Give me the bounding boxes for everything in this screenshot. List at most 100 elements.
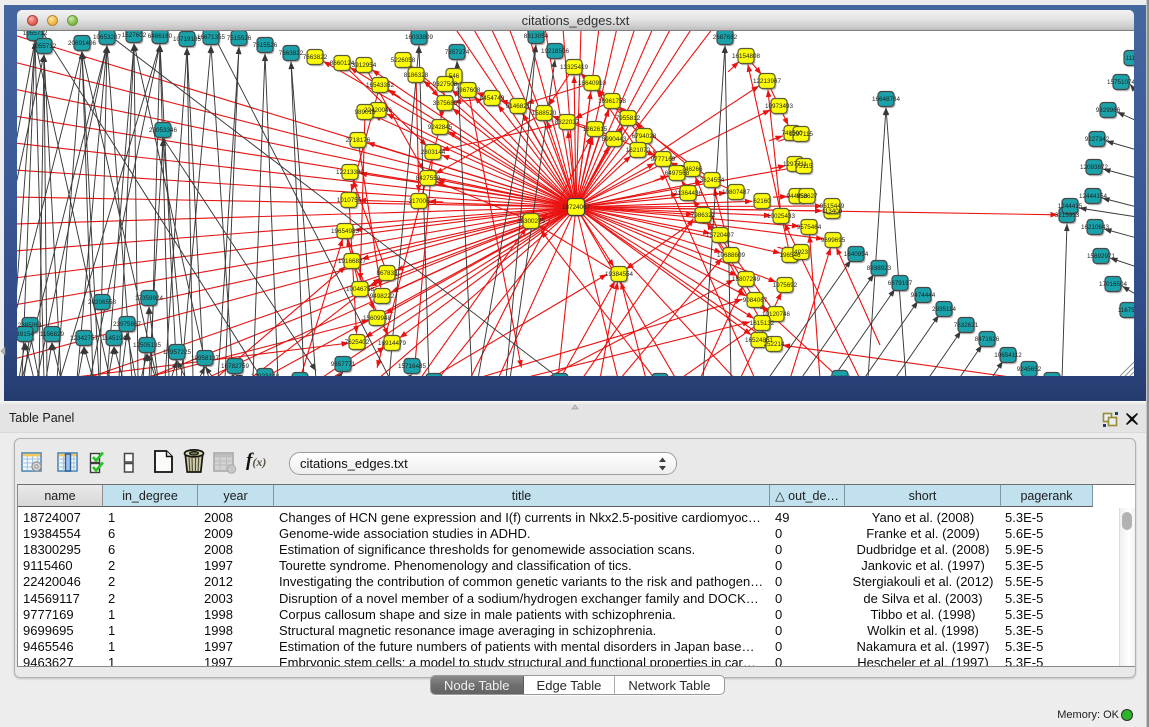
svg-text:8427552: 8427552 — [416, 175, 441, 182]
svg-text:16543362: 16543362 — [366, 82, 395, 89]
svg-text:989016: 989016 — [354, 109, 376, 116]
svg-text:19218506: 19218506 — [541, 48, 570, 55]
svg-text:19166827: 19166827 — [338, 258, 367, 265]
svg-text:9474444: 9474444 — [911, 292, 936, 299]
svg-text:9242845: 9242845 — [428, 124, 453, 131]
svg-text:10046758: 10046758 — [346, 286, 375, 293]
svg-text:1588520: 1588520 — [532, 110, 557, 117]
svg-text:12923448: 12923448 — [251, 373, 280, 376]
svg-text:8813054: 8813054 — [524, 33, 549, 40]
svg-text:9575464: 9575464 — [797, 224, 822, 231]
svg-text:23975867: 23975867 — [113, 321, 142, 328]
svg-text:9146821: 9146821 — [506, 103, 531, 110]
svg-text:12444154: 12444154 — [1079, 193, 1108, 200]
svg-text:867833: 867833 — [376, 270, 398, 277]
svg-text:8454749: 8454749 — [480, 95, 505, 102]
svg-text:2718176: 2718176 — [346, 137, 371, 144]
svg-text:16033809: 16033809 — [405, 34, 434, 41]
svg-text:6466160: 6466160 — [148, 33, 173, 40]
svg-text:16648784: 16648784 — [872, 96, 901, 103]
svg-text:7986322: 7986322 — [691, 212, 716, 219]
svg-text:6497568: 6497568 — [665, 170, 690, 177]
svg-text:8186328: 8186328 — [404, 72, 429, 79]
svg-text:8938923: 8938923 — [867, 265, 892, 272]
svg-text:7632621: 7632621 — [954, 322, 979, 329]
svg-text:3912954: 3912954 — [352, 62, 377, 69]
svg-text:15609948: 15609948 — [363, 315, 392, 322]
svg-text:62160: 62160 — [753, 198, 771, 205]
svg-text:75115: 75115 — [795, 163, 813, 170]
svg-text:16154808: 16154808 — [732, 53, 761, 60]
svg-text:2803144: 2803144 — [421, 149, 446, 156]
svg-text:10807487: 10807487 — [722, 189, 751, 196]
svg-text:16914479: 16914479 — [378, 340, 407, 347]
svg-text:6794028: 6794028 — [632, 133, 657, 140]
svg-text:17016504: 17016504 — [1099, 281, 1128, 288]
svg-text:1527602: 1527602 — [122, 32, 147, 39]
svg-text:12213967: 12213967 — [753, 78, 782, 85]
svg-text:15716485: 15716485 — [398, 363, 427, 370]
svg-text:12505135: 12505135 — [133, 342, 162, 349]
svg-text:18807249: 18807249 — [732, 276, 761, 283]
svg-text:17957225: 17957225 — [163, 349, 192, 356]
svg-text:1975692: 1975692 — [773, 282, 798, 289]
svg-text:10654112: 10654112 — [994, 352, 1022, 359]
svg-text:9084067: 9084067 — [743, 297, 768, 304]
svg-text:21364436: 21364436 — [674, 190, 703, 197]
svg-text:953627: 953627 — [796, 193, 818, 200]
svg-text:10973493: 10973493 — [765, 103, 794, 110]
svg-text:16782759: 16782759 — [221, 363, 250, 370]
svg-text:23053346: 23053346 — [149, 127, 178, 134]
svg-text:25300275: 25300275 — [517, 218, 546, 225]
svg-text:3875685: 3875685 — [433, 100, 458, 107]
svg-text:1362615: 1362615 — [583, 126, 608, 133]
svg-text:1010755: 1010755 — [337, 197, 362, 204]
svg-text:12093872: 12093872 — [1080, 164, 1109, 171]
svg-text:12213389: 12213389 — [336, 169, 365, 176]
svg-text:2385061: 2385061 — [18, 322, 43, 329]
svg-text:3215953: 3215953 — [1055, 212, 1080, 219]
svg-text:12342757: 12342757 — [70, 335, 99, 342]
svg-text:20206558: 20206558 — [88, 299, 117, 306]
svg-text:13325419: 13325419 — [560, 64, 589, 71]
svg-text:16961758: 16961758 — [598, 98, 627, 105]
svg-text:9227342: 9227342 — [1085, 136, 1110, 143]
svg-text:252214: 252214 — [763, 341, 785, 348]
svg-text:7663822: 7663822 — [303, 54, 328, 61]
svg-text:1156829: 1156829 — [40, 331, 65, 338]
svg-text:3624554: 3624554 — [700, 177, 725, 184]
svg-text:1621072: 1621072 — [626, 147, 651, 154]
svg-text:7625402: 7625402 — [345, 339, 370, 346]
svg-text:10120746: 10120746 — [762, 311, 791, 318]
svg-text:16671355: 16671355 — [197, 34, 226, 41]
svg-text:9498222: 9498222 — [370, 293, 395, 300]
svg-text:39154: 39154 — [17, 331, 34, 338]
svg-text:7955812: 7955812 — [616, 115, 641, 122]
svg-text:9699695: 9699695 — [821, 237, 846, 244]
svg-text:4923: 4923 — [794, 249, 809, 256]
svg-text:19654983: 19654983 — [331, 228, 360, 235]
svg-text:2687682: 2687682 — [713, 34, 738, 41]
svg-text:317006: 317006 — [408, 198, 430, 205]
svg-text:1145194: 1145194 — [102, 335, 127, 342]
svg-text:7515526: 7515526 — [227, 35, 252, 42]
svg-text:17359924: 17359924 — [135, 295, 164, 302]
svg-text:9515449: 9515449 — [820, 203, 845, 210]
svg-text:8471626: 8471626 — [975, 336, 1000, 343]
svg-text:7515526: 7515526 — [253, 42, 278, 49]
svg-text:9327508: 9327508 — [433, 81, 458, 88]
svg-text:19384554: 19384554 — [605, 271, 634, 278]
svg-text:16210643: 16210643 — [1081, 224, 1110, 231]
svg-text:20691406: 20691406 — [68, 40, 97, 47]
svg-text:9657771: 9657771 — [331, 361, 356, 368]
svg-text:7357274: 7357274 — [445, 49, 470, 56]
svg-text:9245652: 9245652 — [1017, 366, 1042, 373]
svg-text:9777169: 9777169 — [651, 156, 676, 163]
svg-text:15692971: 15692971 — [1087, 253, 1116, 260]
svg-text:1055712: 1055712 — [32, 43, 57, 50]
svg-text:2867608: 2867608 — [456, 87, 481, 94]
svg-text:1297115: 1297115 — [789, 131, 814, 138]
svg-text:8990443: 8990443 — [602, 136, 627, 143]
svg-text:1615132: 1615132 — [750, 320, 775, 327]
svg-text:8322037: 8322037 — [555, 119, 580, 126]
